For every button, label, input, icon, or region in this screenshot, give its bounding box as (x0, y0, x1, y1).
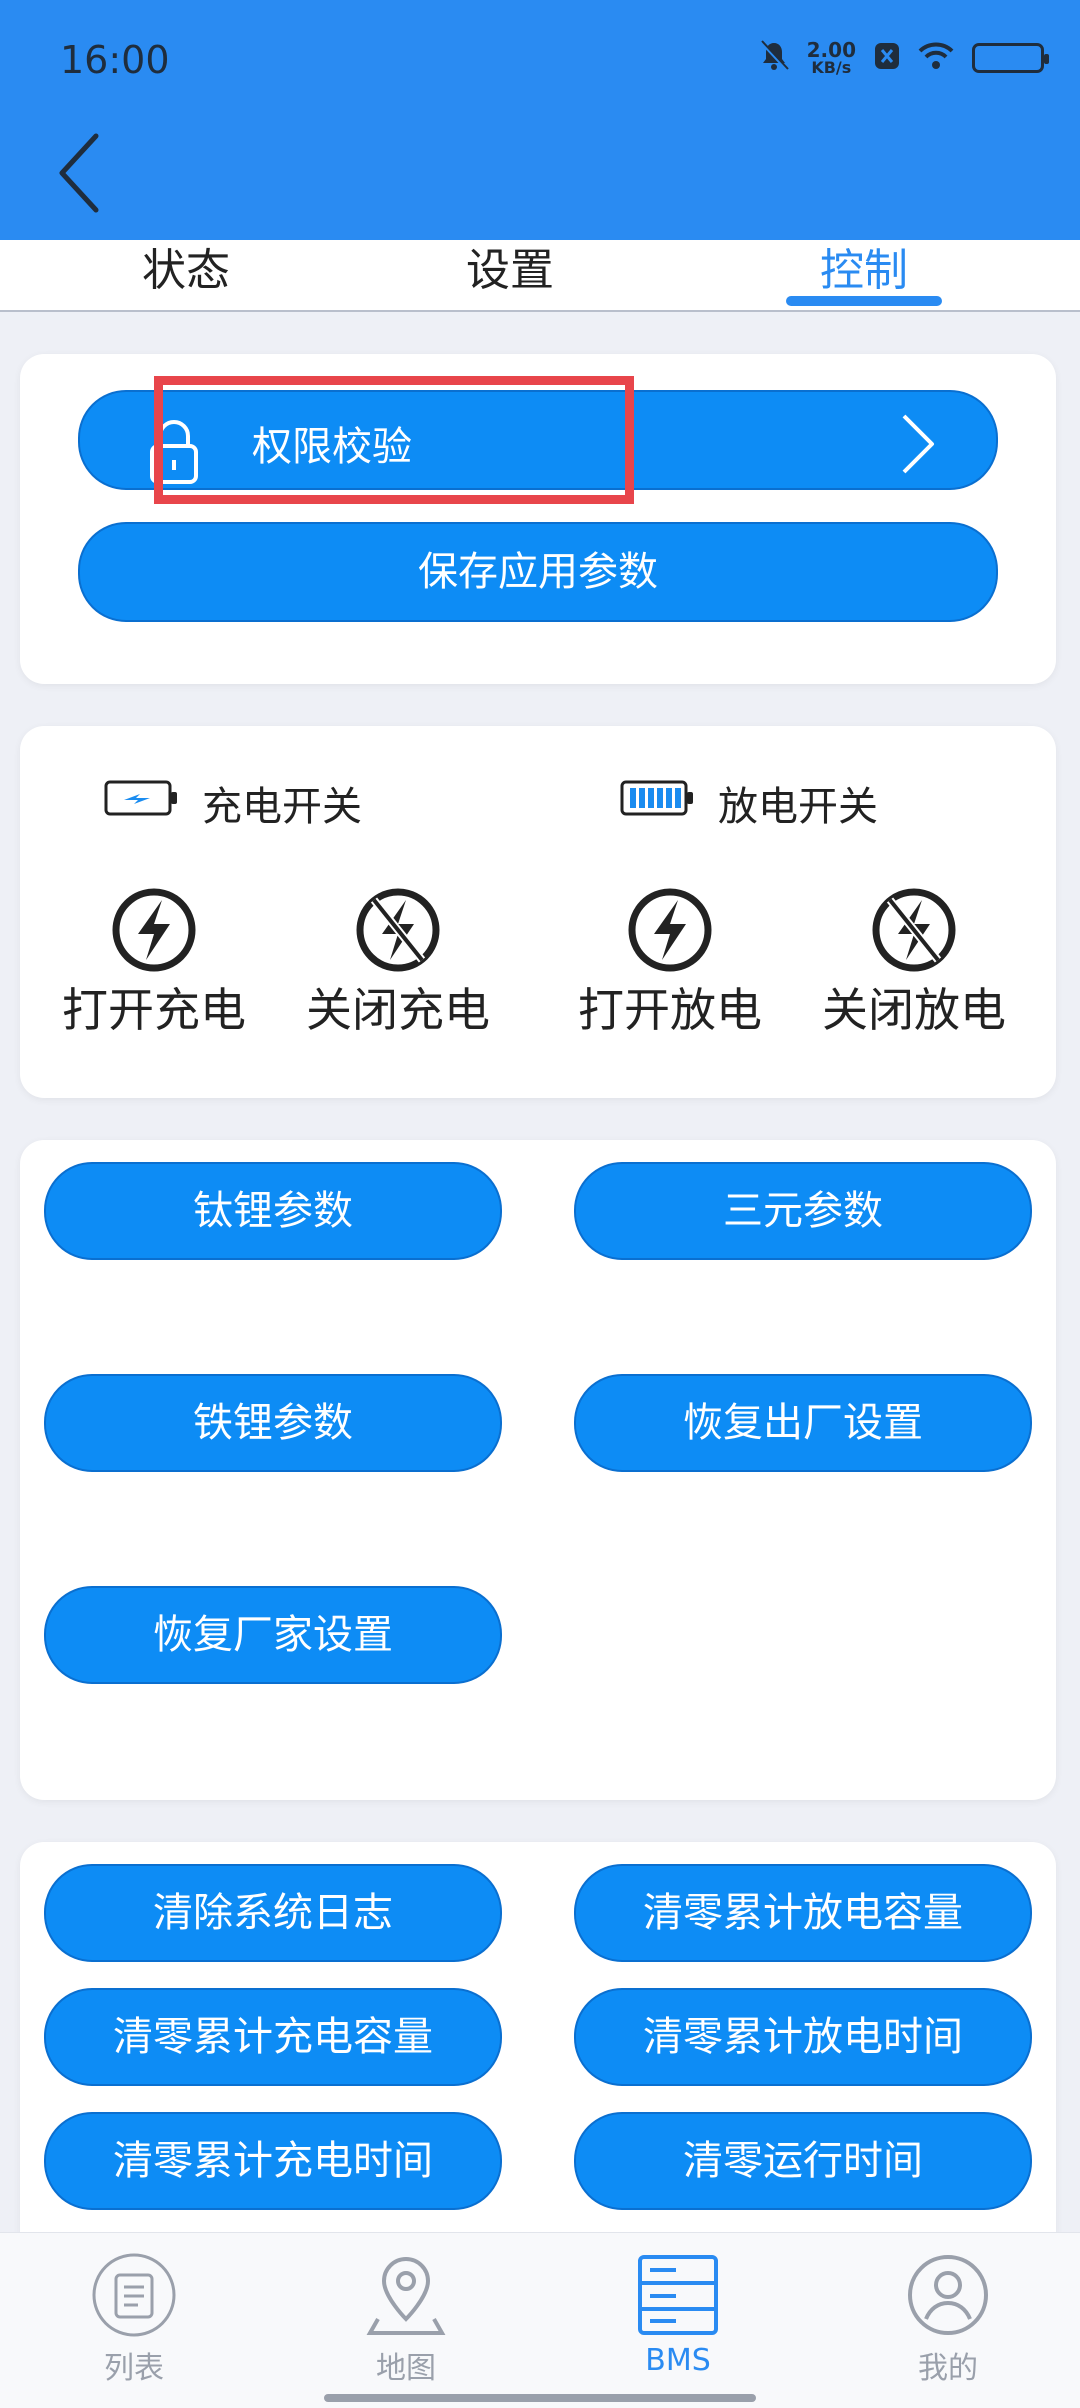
iron-lithium-params-button[interactable]: 铁锂参数 (44, 1374, 502, 1472)
nav-map-label: 地图 (376, 2351, 436, 2386)
close-discharge-control[interactable]: 关闭放电 (794, 886, 1034, 1040)
status-icons: 2.00 KB/s (759, 38, 1049, 77)
power-off-icon (356, 888, 440, 972)
nav-map[interactable]: 地图 (326, 2253, 486, 2387)
discharge-switch: 放电开关 (620, 774, 878, 832)
vendor-reset-button[interactable]: 恢复厂家设置 (44, 1586, 502, 1684)
titanium-lithium-params-button[interactable]: 钛锂参数 (44, 1162, 502, 1260)
tab-settings[interactable]: 设置 (440, 240, 580, 310)
clear-discharge-capacity-button[interactable]: 清零累计放电容量 (574, 1864, 1032, 1962)
wifi-icon (918, 41, 954, 75)
switch-card: 充电开关 放电开关 打开充电 关闭充电 打开放电 关闭放电 (20, 726, 1056, 1098)
factory-reset-button[interactable]: 恢复出厂设置 (574, 1374, 1032, 1472)
nav-list[interactable]: 列表 (54, 2253, 214, 2387)
bottom-nav: 列表 地图 BMS 我的 (0, 2232, 1080, 2408)
clear-discharge-time-button[interactable]: 清零累计放电时间 (574, 1988, 1032, 2086)
battery-charging-icon (104, 778, 180, 828)
nav-bms[interactable]: BMS (598, 2253, 758, 2378)
close-discharge-label: 关闭放电 (822, 983, 1006, 1037)
tab-indicator (786, 296, 942, 306)
auth-card: 权限校验 保存应用参数 (20, 354, 1056, 684)
battery-full-icon (620, 778, 696, 828)
open-charge-label: 打开充电 (62, 983, 246, 1037)
charge-switch: 充电开关 (104, 774, 362, 832)
app-header: 16:00 2.00 KB/s (0, 0, 1080, 240)
list-icon (92, 2253, 176, 2337)
charge-switch-label: 充电开关 (202, 784, 362, 830)
nav-bms-label: BMS (645, 2343, 711, 2378)
auth-check-label: 权限校验 (252, 424, 412, 470)
open-discharge-label: 打开放电 (578, 983, 762, 1037)
mute-icon (759, 40, 789, 76)
open-charge-control[interactable]: 打开充电 (34, 886, 274, 1040)
map-pin-icon (366, 2256, 446, 2335)
auth-check-button[interactable]: 权限校验 (78, 390, 998, 490)
ternary-params-button[interactable]: 三元参数 (574, 1162, 1032, 1260)
close-charge-control[interactable]: 关闭充电 (278, 886, 518, 1040)
power-on-icon (112, 888, 196, 972)
nav-list-label: 列表 (104, 2351, 164, 2386)
notification-icon (874, 42, 900, 74)
power-off-icon (872, 888, 956, 972)
chevron-right-icon (898, 412, 938, 476)
clear-charge-capacity-button[interactable]: 清零累计充电容量 (44, 1988, 502, 2086)
clear-card: 清除系统日志 清零累计放电容量 清零累计充电容量 清零累计放电时间 清零累计充电… (20, 1842, 1056, 2262)
network-speed: 2.00 KB/s (806, 38, 856, 77)
clear-system-log-button[interactable]: 清除系统日志 (44, 1864, 502, 1962)
clear-run-time-button[interactable]: 清零运行时间 (574, 2112, 1032, 2210)
lock-icon (144, 412, 204, 492)
user-icon (908, 2255, 988, 2335)
power-on-icon (628, 888, 712, 972)
save-params-button[interactable]: 保存应用参数 (78, 522, 998, 622)
nav-mine[interactable]: 我的 (868, 2253, 1028, 2387)
close-charge-label: 关闭充电 (306, 983, 490, 1037)
clear-charge-time-button[interactable]: 清零累计充电时间 (44, 2112, 502, 2210)
tab-status[interactable]: 状态 (116, 240, 256, 310)
home-indicator[interactable] (324, 2394, 756, 2402)
back-button[interactable] (52, 128, 112, 218)
nav-mine-label: 我的 (918, 2351, 978, 2386)
discharge-switch-label: 放电开关 (718, 784, 878, 830)
server-icon (638, 2255, 718, 2335)
battery-icon (972, 43, 1049, 73)
params-card: 钛锂参数 三元参数 铁锂参数 恢复出厂设置 恢复厂家设置 (20, 1140, 1056, 1800)
back-arrow-icon (59, 133, 99, 213)
open-discharge-control[interactable]: 打开放电 (550, 886, 790, 1040)
status-time: 16:00 (60, 38, 170, 82)
